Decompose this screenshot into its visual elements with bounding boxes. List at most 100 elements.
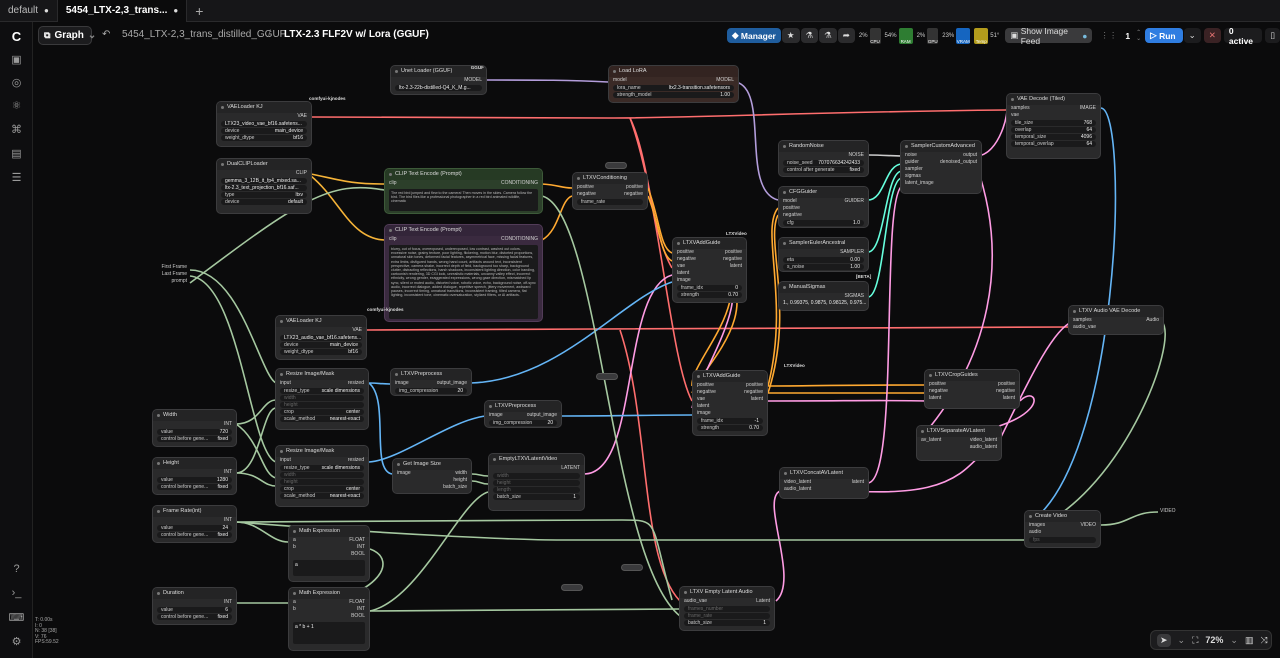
node-ltxv-preprocess-first[interactable]: LTXVPreprocess image output_image img_com… <box>390 368 472 396</box>
scale-method-widget[interactable]: scale_method nearest-exact <box>280 416 364 422</box>
img-compression-widget[interactable]: img_compression 20 <box>395 388 467 394</box>
node-math-expression-2[interactable]: Math Expression a FLOAT b INT BOOL a * b +… <box>288 587 370 651</box>
output-negative[interactable]: negative <box>996 388 1015 395</box>
node-width[interactable]: Width INT value 720 control before gene..… <box>152 409 237 447</box>
node-duration[interactable]: Duration INT value 6 control before gene.… <box>152 587 237 625</box>
input-image[interactable]: image <box>677 277 691 284</box>
input-image[interactable]: image <box>397 470 411 477</box>
height-widget[interactable]: height <box>280 402 364 408</box>
output-latent[interactable]: LATENT <box>561 465 580 472</box>
frame-idx-widget[interactable]: frame_idx 0 <box>677 285 742 291</box>
output-image[interactable]: output_image <box>527 412 557 419</box>
output-vae[interactable]: VAE <box>352 327 362 334</box>
node-ltxv-conditioning[interactable]: LTXVConditioning positive positive negati… <box>572 172 648 210</box>
input-clip[interactable]: clip <box>389 236 397 243</box>
output-positive[interactable]: positive <box>746 382 763 389</box>
resize-type-widget[interactable]: resize_type scale dimensions <box>280 388 364 394</box>
value-widget[interactable]: value 6 <box>157 607 232 613</box>
comfy-logo-icon[interactable]: C <box>0 25 33 47</box>
output-latent[interactable]: latent <box>751 396 763 403</box>
reroute-node[interactable] <box>596 373 618 380</box>
output-int[interactable]: INT <box>224 517 232 524</box>
node-vae-loader-video[interactable]: VAELoader KJ VAE LTX23_video_vae_bf16.sa… <box>216 101 312 147</box>
undo-icon[interactable]: ↶ <box>102 29 110 40</box>
panel-toggle-icon[interactable]: ▯ <box>1265 28 1280 43</box>
output-audio-latent[interactable]: audio_latent <box>970 444 997 451</box>
link-visibility-icon[interactable]: ⤨ <box>1260 635 1267 646</box>
input-last-frame[interactable]: Last Frame <box>153 271 187 278</box>
share-icon[interactable]: ➦ <box>837 28 855 43</box>
control-after-generate-widget[interactable]: control after generate fixed <box>783 167 864 173</box>
node-ltxv-empty-latent-audio[interactable]: LTXV Empty Latent Audio audio_vae Latent … <box>679 586 775 631</box>
clip-name2-widget[interactable]: ltx-2.3_text_projection_bf16.saf... <box>221 185 307 191</box>
tab-workflow[interactable]: 5454_LTX-2,3_trans... ● <box>56 0 188 22</box>
output-positive[interactable]: positive <box>725 249 742 256</box>
settings-gear-icon[interactable]: ⚙ <box>0 630 33 652</box>
output-width[interactable]: width <box>455 470 467 477</box>
input-images[interactable]: images <box>1029 522 1045 529</box>
output-int[interactable]: INT <box>357 606 365 613</box>
batch-size-widget[interactable]: batch_size 1 <box>684 620 770 626</box>
crop-widget[interactable]: crop center <box>280 409 364 415</box>
input-positive[interactable]: positive <box>577 184 594 191</box>
input-latent[interactable]: latent <box>677 270 689 277</box>
scale-method-widget[interactable]: scale_method nearest-exact <box>280 493 364 499</box>
tab-default[interactable]: default ● <box>0 0 57 22</box>
output-bool[interactable]: BOOL <box>351 551 365 558</box>
output-int[interactable]: INT <box>224 421 232 428</box>
crop-widget[interactable]: crop center <box>280 486 364 492</box>
height-input[interactable]: height <box>493 480 580 486</box>
star-icon[interactable]: ★ <box>781 28 800 43</box>
lora-name-widget[interactable]: lora_name ltx2.3-transition.safetensors <box>613 85 734 91</box>
output-latent[interactable]: Latent <box>756 598 770 605</box>
node-frame-rate[interactable]: Frame Rate(int) INT value 24 control befo… <box>152 505 237 543</box>
chevron-down-icon[interactable]: ⌄ <box>407 29 415 40</box>
frame-idx-widget[interactable]: frame_idx -1 <box>697 418 763 424</box>
sigmas-value[interactable]: 1., 0.99375, 0.9875, 0.98125, 0.975... <box>779 300 868 307</box>
img-compression-widget[interactable]: img_compression 20 <box>489 420 557 426</box>
output-clip[interactable]: CLIP <box>296 170 307 177</box>
active-jobs-button[interactable]: 0 active <box>1223 26 1263 46</box>
output-resized[interactable]: resized <box>348 457 364 464</box>
flask-alt-icon[interactable]: ⚗ <box>819 28 837 43</box>
height-widget[interactable]: height <box>280 479 364 485</box>
flask-icon[interactable]: ⚗ <box>800 28 819 43</box>
node-random-noise[interactable]: RandomNoise NOISE noise_seed 707076634242… <box>778 140 869 177</box>
strength-widget[interactable]: strength_model 1.00 <box>613 92 734 98</box>
output-negative[interactable]: negative <box>624 191 643 198</box>
zoom-level[interactable]: 72% <box>1205 635 1223 645</box>
node-ltxv-concat-av-latent[interactable]: LTXVConcatAVLatent video_latent latent au… <box>779 467 869 499</box>
queue-stepper-icon[interactable]: ⌃ ⌄ <box>1136 30 1141 42</box>
value-widget[interactable]: value 720 <box>157 429 232 435</box>
output-image[interactable]: IMAGE <box>1080 105 1096 112</box>
tile-size-widget[interactable]: tile_size 768 <box>1011 120 1096 126</box>
vae-name-widget[interactable]: LTX23_video_vae_bf16.safetens... <box>221 121 307 127</box>
input-positive[interactable]: positive <box>697 382 714 389</box>
subgraph-output-video[interactable]: VIDEO <box>1160 508 1176 514</box>
nodes-library-icon[interactable]: ⚛ <box>0 94 33 116</box>
node-clip-text-negative[interactable]: CLIP Text Encode (Prompt) clip CONDITIONI… <box>384 224 543 322</box>
images-icon[interactable]: ▣ <box>0 48 33 70</box>
output-height[interactable]: height <box>453 477 467 484</box>
node-math-expression-1[interactable]: Math Expression a FLOAT b INT BOOL a <box>288 525 370 582</box>
expression-textarea[interactable]: a <box>293 560 365 576</box>
output-video-latent[interactable]: video_latent <box>970 437 997 444</box>
input-clip[interactable]: clip <box>389 180 397 187</box>
unet-name-widget[interactable]: ltx-2.3-22b-distilled-Q4_K_M.g... <box>395 85 482 91</box>
output-denoised[interactable]: denoised_output <box>940 159 977 166</box>
cfg-widget[interactable]: cfg 1.0 <box>783 220 864 226</box>
node-ltxv-add-guide-last[interactable]: LTXVAddGuide positive positive negative ne… <box>692 370 768 436</box>
output-output[interactable]: output <box>963 152 977 159</box>
input-prompt[interactable]: prompt <box>153 278 187 285</box>
node-ltxv-separate-av-latent[interactable]: LTXVSeparateAVLatent av_latent video_late… <box>916 425 1002 461</box>
overlap-widget[interactable]: overlap 64 <box>1011 127 1096 133</box>
run-button[interactable]: ▷ Run <box>1145 28 1183 43</box>
graph-mode-dropdown[interactable]: ⧉ Graph ⌄ <box>38 26 96 45</box>
input-image[interactable]: image <box>697 410 711 417</box>
chevron-down-icon[interactable]: ⌄ <box>1230 635 1238 646</box>
node-empty-ltxv-latent-video[interactable]: EmptyLTXVLatentVideo LATENT width height… <box>488 453 585 511</box>
node-clip-text-positive[interactable]: CLIP Text Encode (Prompt) clip CONDITIONI… <box>384 168 543 214</box>
input-audio[interactable]: audio <box>1029 529 1041 536</box>
output-model[interactable]: MODEL <box>464 77 482 84</box>
temporal-size-widget[interactable]: temporal_size 4096 <box>1011 134 1096 140</box>
